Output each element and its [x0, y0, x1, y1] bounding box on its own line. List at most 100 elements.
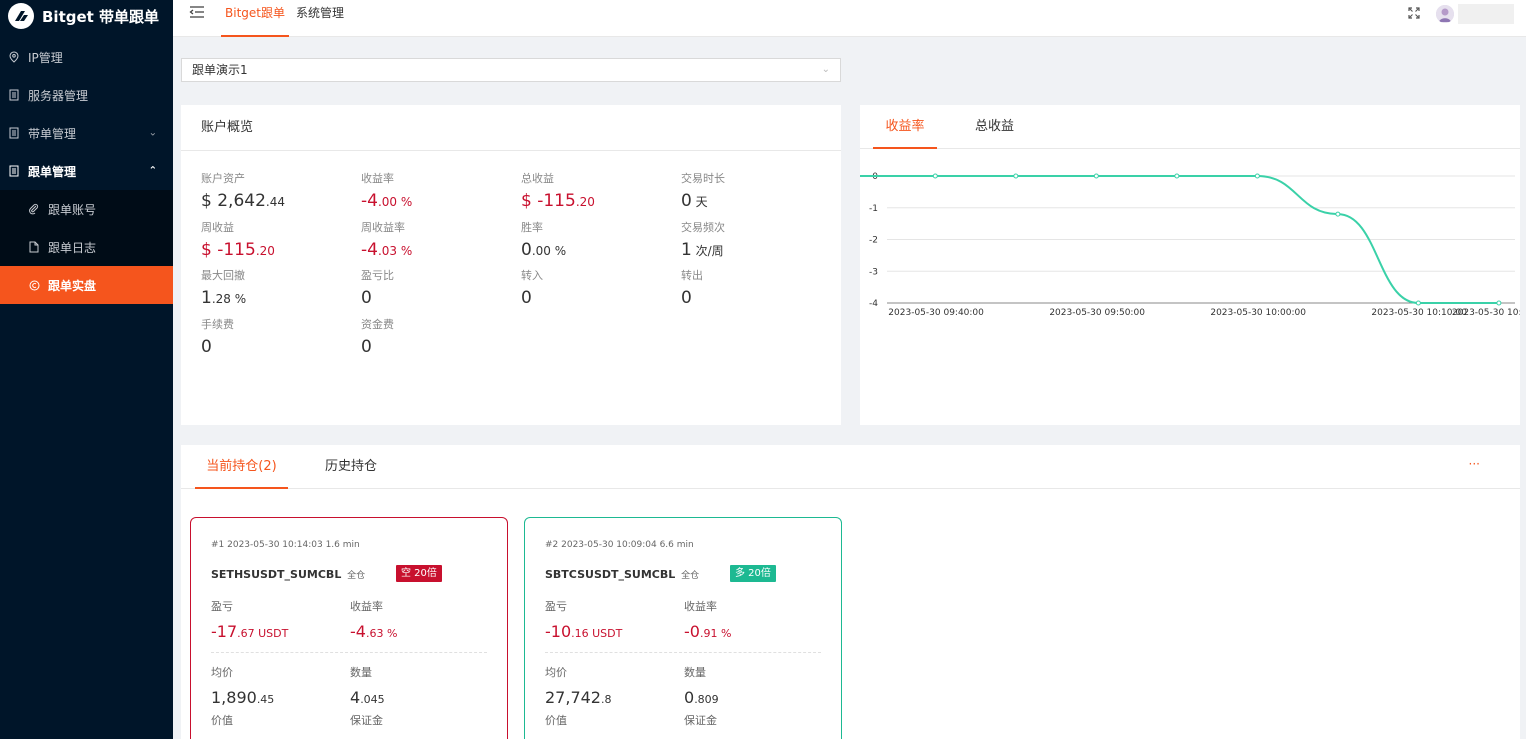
stat-value-int: 0	[521, 288, 532, 308]
stat-value-dec: .00	[531, 243, 551, 258]
username-blurred	[1458, 4, 1514, 24]
quantity-value: 4.045	[350, 688, 385, 707]
data-point	[1335, 211, 1341, 217]
quantity-label: 数量	[684, 666, 706, 679]
tab-system-management[interactable]: 系统管理	[296, 0, 344, 37]
stat-value: 0	[361, 283, 521, 313]
stat-item: 转入 0	[521, 267, 681, 313]
margin-label: 保证金	[684, 714, 717, 727]
stat-value-int: 0	[361, 336, 372, 357]
chart-card: 收益率 总收益 0 -1 -2 -3 -4 2023-05-30 09:40:00 2023…	[860, 105, 1520, 425]
stat-value-int: 0	[361, 288, 372, 308]
stat-value-unit: %	[397, 195, 413, 209]
positions-tabs: 当前持仓(2) 历史持仓 ···	[181, 445, 1520, 489]
tab-current-positions[interactable]: 当前持仓(2)	[195, 445, 288, 489]
data-point	[1013, 173, 1019, 179]
bitget-logo-icon	[8, 3, 34, 29]
paperclip-icon	[28, 203, 40, 215]
chart-tabs: 收益率 总收益	[860, 105, 1520, 149]
avatar[interactable]	[1436, 5, 1454, 23]
quantity-value: 0.809	[684, 688, 719, 707]
sidebar-item-lead[interactable]: 带单管理 ⌄	[0, 114, 173, 152]
stat-item: 最大回撤 1.28 %	[201, 267, 361, 313]
sidebar-item-follow-account[interactable]: 跟单账号	[0, 190, 173, 228]
data-point	[932, 173, 938, 179]
sidebar-item-server[interactable]: 服务器管理	[0, 76, 173, 114]
stat-item: 交易频次 1 次/周	[681, 219, 841, 265]
tab-bitget-follow[interactable]: Bitget跟单	[221, 0, 289, 37]
sidebar-item-follow-log[interactable]: 跟单日志	[0, 228, 173, 266]
tab-history-positions[interactable]: 历史持仓	[325, 445, 377, 489]
avg-price-value: 1,890.45	[211, 688, 274, 707]
stat-value: 0	[201, 332, 361, 362]
qty-int: 0	[684, 688, 695, 707]
data-point	[1174, 173, 1180, 179]
roe-int: -0	[684, 622, 700, 641]
menu-fold-icon[interactable]	[189, 5, 205, 19]
x-tick-label: 2023-05-30 10:00:00	[1210, 308, 1306, 318]
stat-label: 账户资产	[201, 172, 245, 185]
stat-value-int: -4	[361, 191, 378, 211]
tab-return-rate[interactable]: 收益率	[873, 105, 937, 149]
sidebar-item-label: 跟单实盘	[48, 278, 97, 293]
positions-card: 当前持仓(2) 历史持仓 ··· #1 2023-05-30 10:14:03 …	[181, 445, 1520, 739]
document-icon	[8, 89, 20, 101]
position-symbol: SETHSUSDT_SUMCBL 全仓	[211, 568, 365, 581]
symbol-text: SBTCSUSDT_SUMCBL	[545, 568, 676, 581]
stat-value-unit: %	[397, 243, 413, 258]
qty-dec: .045	[360, 693, 385, 706]
return-rate-chart: 0-1-2-3-42023-05-30 09:40:00 2023-05-30 0…	[860, 172, 1520, 318]
stat-value: 0 天	[681, 186, 841, 216]
y-tick-label: -3	[869, 267, 878, 277]
stat-value-int: 1	[201, 288, 212, 308]
sidebar-item-label: 跟单日志	[48, 240, 97, 255]
pnl-dec: .16 USDT	[571, 627, 623, 640]
sidebar-item-ip[interactable]: IP管理	[0, 38, 173, 76]
stat-value-int: $ 2,642	[201, 191, 266, 211]
roe-int: -4	[350, 622, 366, 641]
pnl-label: 盈亏	[211, 600, 233, 613]
stat-value-dec: .44	[265, 195, 285, 209]
stat-item: 胜率 0.00 %	[521, 219, 681, 265]
stat-label: 转入	[521, 269, 543, 282]
document-icon	[8, 165, 20, 177]
chevron-down-icon: ⌄	[821, 64, 830, 75]
tab-total-profit[interactable]: 总收益	[975, 105, 1014, 149]
account-overview-title: 账户概览	[181, 105, 841, 151]
submenu: 跟单账号 跟单日志 跟单实盘	[0, 190, 173, 304]
stat-value: $ -115.20	[521, 186, 681, 216]
stat-value-int: 0	[521, 239, 532, 260]
stat-label: 总收益	[521, 172, 554, 185]
position-meta: #2 2023-05-30 10:09:04 6.6 min	[545, 540, 694, 550]
stat-value-int: $ -115	[521, 191, 576, 211]
avg-price-value: 27,742.8	[545, 688, 611, 707]
fullscreen-icon[interactable]	[1408, 7, 1420, 19]
sidebar-item-follow[interactable]: 跟单管理 ⌃	[0, 152, 173, 190]
avg-dec: .8	[600, 693, 612, 706]
avg-dec: .45	[256, 693, 275, 706]
position-card[interactable]: #2 2023-05-30 10:09:04 6.6 min SBTCSUSDT…	[524, 517, 842, 739]
stat-label: 胜率	[521, 220, 543, 234]
stat-item: 周收益率 -4.03 %	[361, 219, 521, 265]
file-icon	[28, 241, 40, 253]
value-label: 价值	[545, 714, 567, 727]
sidebar-item-follow-live[interactable]: 跟单实盘	[0, 266, 173, 304]
sidebar-item-label: 跟单账号	[48, 202, 97, 217]
pnl-label: 盈亏	[545, 600, 567, 613]
x-tick-label: 2023-05-30 09:40:00	[888, 308, 984, 318]
stat-label: 手续费	[201, 317, 234, 331]
stat-label: 转出	[681, 269, 703, 282]
location-pin-icon	[8, 51, 20, 63]
symbol-text: SETHSUSDT_SUMCBL	[211, 568, 342, 581]
y-tick-label: -4	[869, 299, 878, 309]
side-leverage-badge: 空 20倍	[396, 565, 442, 582]
chevron-down-icon: ⌄	[148, 127, 157, 139]
account-select[interactable]: 跟单演示1 ⌄	[181, 58, 841, 82]
stat-item: 总收益 $ -115.20	[521, 170, 681, 216]
stat-value-dec: .28	[211, 292, 231, 306]
stat-value: 0	[361, 332, 521, 362]
stat-item: 转出 0	[681, 267, 841, 313]
y-tick-label: -1	[869, 204, 878, 214]
position-card[interactable]: #1 2023-05-30 10:14:03 1.6 min SETHSUSDT…	[190, 517, 508, 739]
more-icon[interactable]: ···	[1469, 457, 1480, 471]
